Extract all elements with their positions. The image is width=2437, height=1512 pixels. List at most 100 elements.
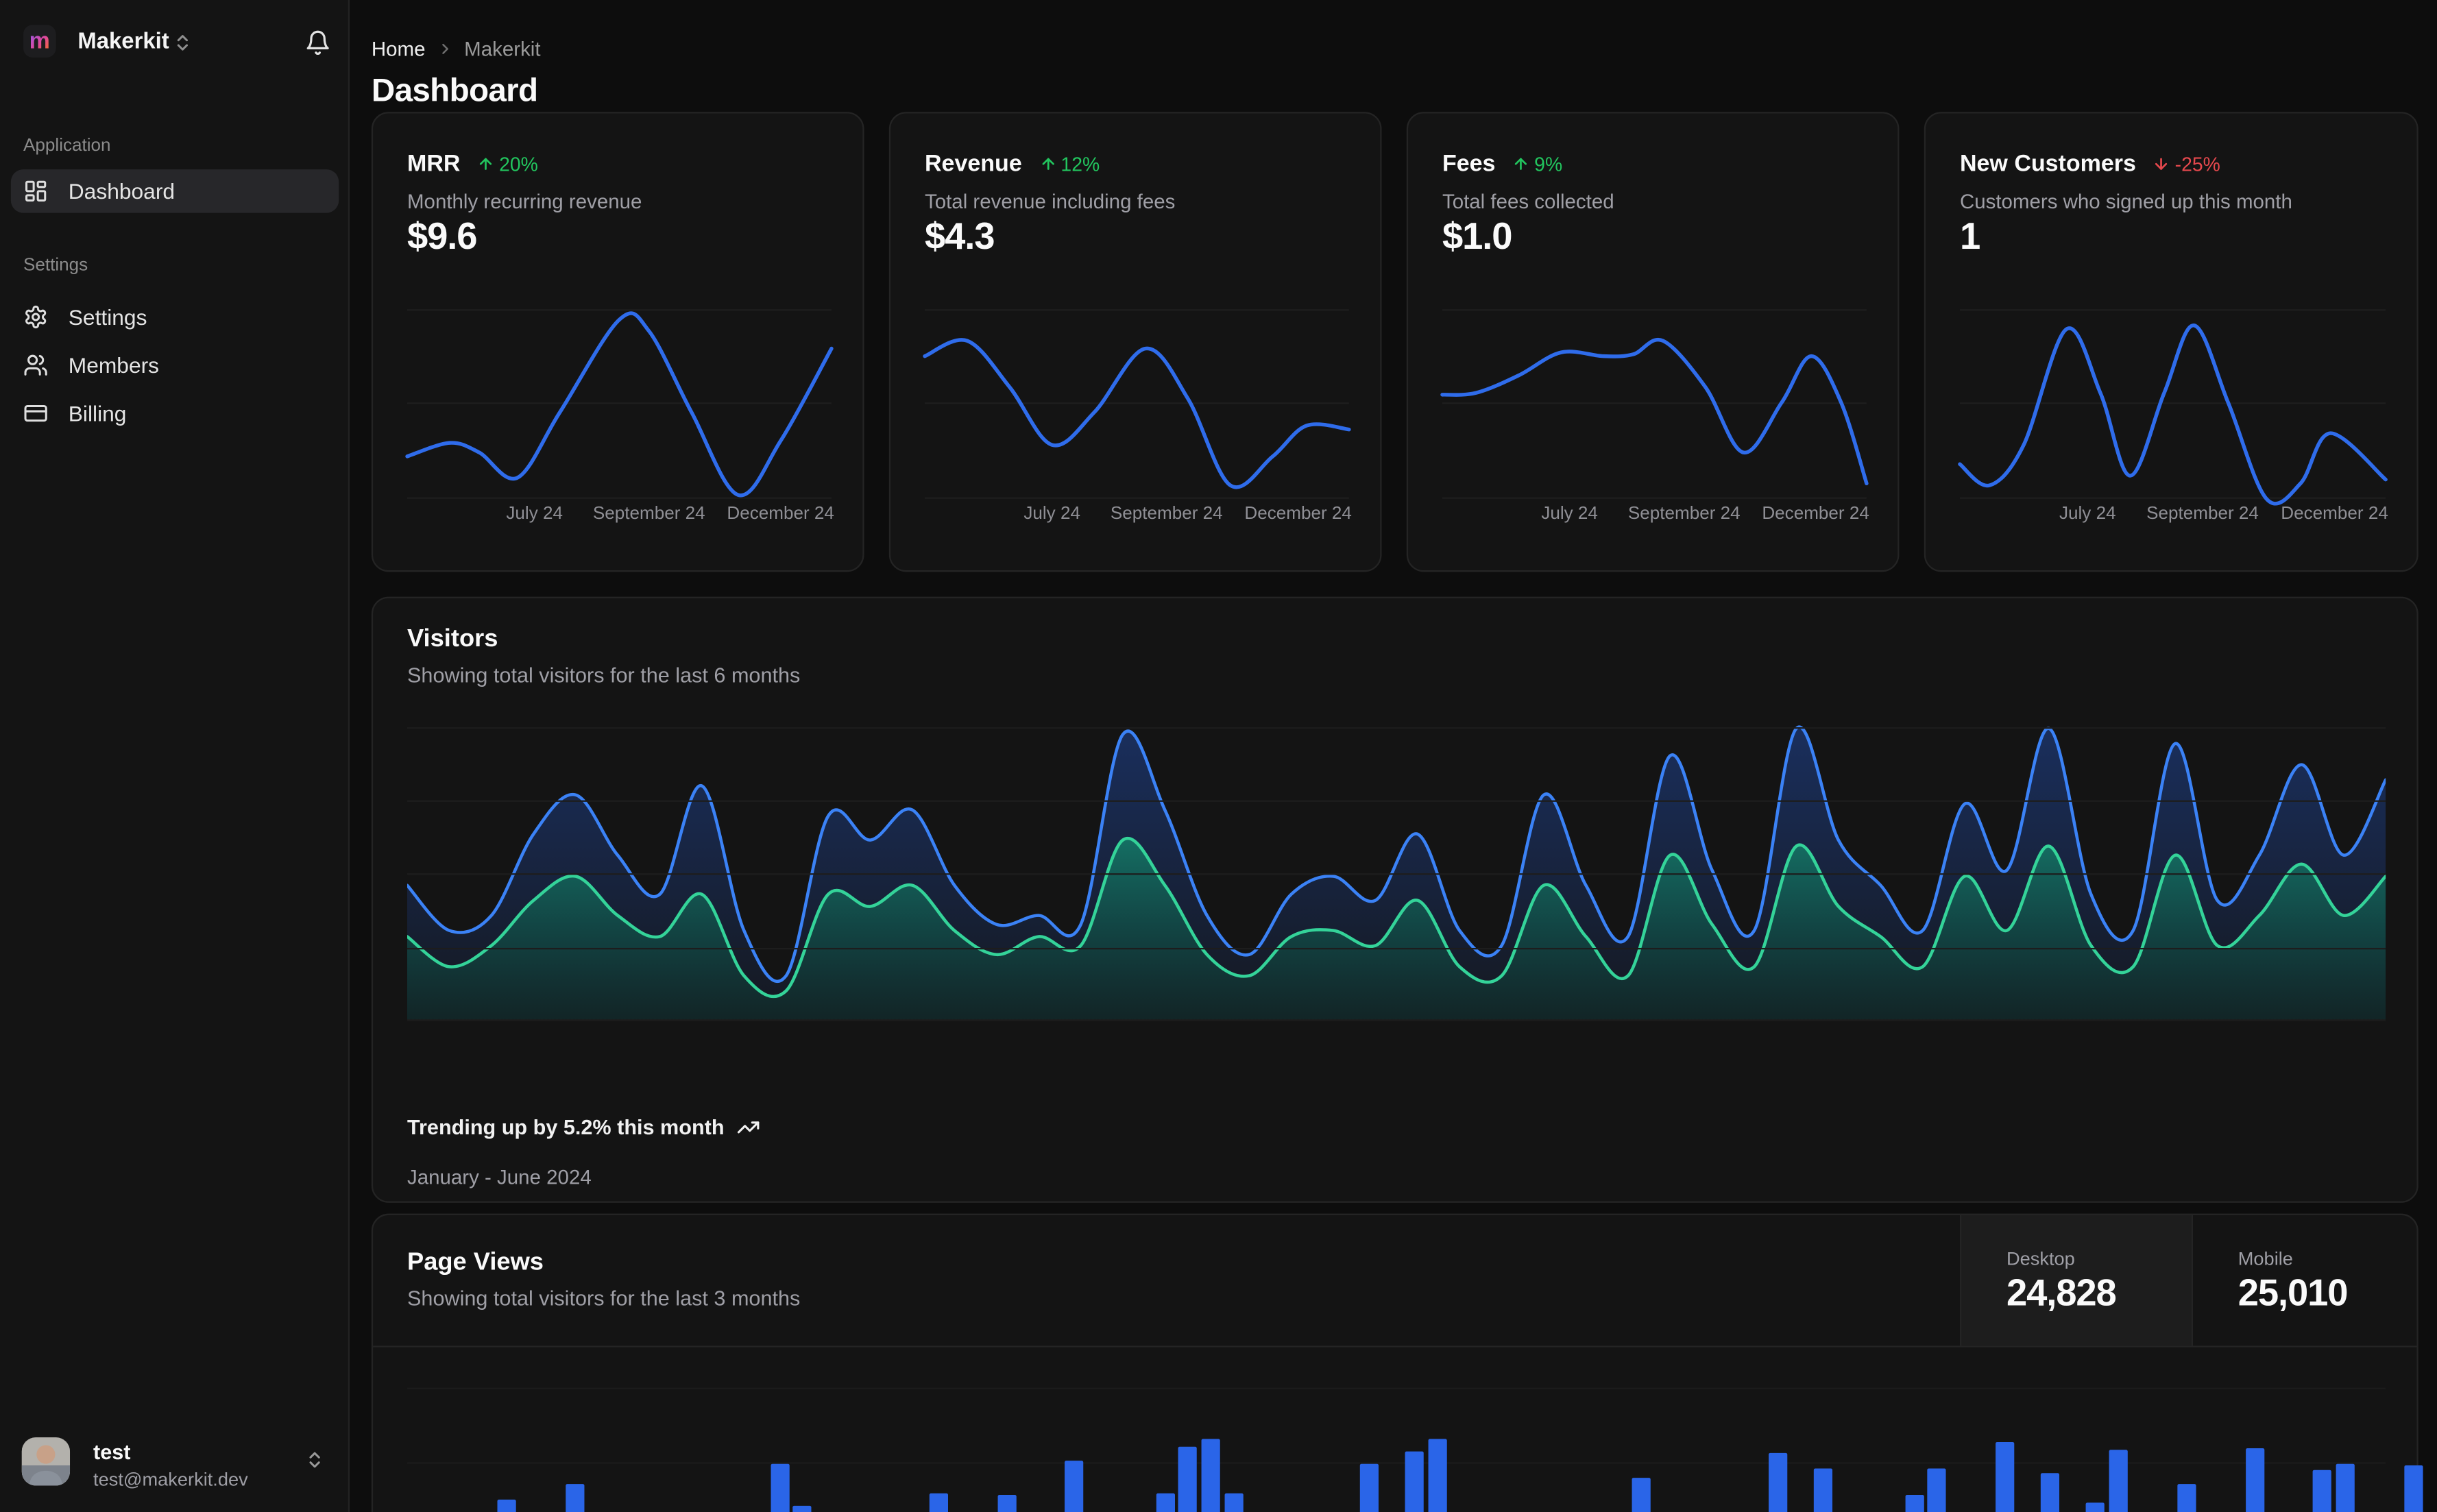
trend-badge: 20% — [477, 153, 538, 175]
stat-subtitle: Total fees collected — [1442, 189, 1614, 213]
arrow-down-icon — [2153, 156, 2170, 173]
stat-title: Fees — [1442, 150, 1496, 178]
stat-title: MRR — [407, 150, 461, 178]
bar — [1814, 1468, 1833, 1512]
bar — [2403, 1465, 2423, 1512]
x-axis-labels: July 24 September 24 December 24 — [1023, 504, 1352, 524]
trend-badge: 12% — [1039, 153, 1100, 175]
workspace-name: Makerkit — [77, 29, 169, 55]
arrow-up-icon — [477, 156, 494, 173]
main-content: Home Makerkit Dashboard MRR 20% Monthly … — [350, 0, 2437, 1512]
stat-title: New Customers — [1959, 150, 2136, 178]
bar — [498, 1499, 517, 1512]
stat-title: Revenue — [924, 150, 1022, 178]
user-email: test@makerkit.dev — [93, 1468, 248, 1491]
bar — [929, 1493, 948, 1512]
sidebar-item-label: Members — [68, 352, 160, 378]
makerkit-logo: m — [23, 25, 56, 58]
section-label-settings: Settings — [23, 256, 88, 276]
page-views-bar-chart — [407, 1345, 2423, 1512]
trending-up-icon — [737, 1116, 760, 1139]
visitors-title: Visitors — [407, 626, 498, 653]
sidebar-item-settings[interactable]: Settings — [11, 295, 339, 339]
stat-subtitle: Total revenue including fees — [924, 189, 1176, 213]
sparkline-chart — [405, 306, 834, 499]
bar — [1178, 1446, 1198, 1512]
bar — [1769, 1452, 1788, 1512]
tab-desktop[interactable]: Desktop 24,828 — [1959, 1215, 2192, 1346]
stat-subtitle: Customers who signed up this month — [1959, 189, 2292, 213]
trend-badge: 9% — [1512, 153, 1562, 175]
sidebar-item-label: Settings — [68, 304, 147, 330]
sidebar-item-billing[interactable]: Billing — [11, 391, 339, 435]
sidebar-item-members[interactable]: Members — [11, 343, 339, 387]
bar — [1201, 1439, 1220, 1512]
bar — [2086, 1502, 2105, 1512]
page-views-subtitle: Showing total visitors for the last 3 mo… — [407, 1287, 801, 1310]
stat-value: 1 — [1959, 216, 1980, 258]
x-axis-labels: July 24 September 24 December 24 — [2059, 504, 2388, 524]
stat-card-mrr: MRR 20% Monthly recurring revenue $9.6 J… — [371, 112, 864, 572]
bar — [1927, 1468, 1946, 1512]
stat-value: $4.3 — [924, 216, 995, 258]
section-label-application: Application — [23, 136, 111, 156]
breadcrumb-current: Makerkit — [464, 37, 541, 61]
bar — [997, 1495, 1016, 1512]
visitors-subtitle: Showing total visitors for the last 6 mo… — [407, 663, 801, 687]
users-icon — [23, 353, 48, 378]
bar — [1904, 1495, 1924, 1512]
bar — [770, 1463, 789, 1512]
trend-badge: -25% — [2153, 153, 2220, 175]
sidebar: m Makerkit Application Dashboard Setting… — [0, 0, 350, 1512]
sidebar-item-dashboard[interactable]: Dashboard — [10, 169, 339, 213]
bar — [1224, 1493, 1243, 1512]
visitors-footer: Trending up by 5.2% this month — [407, 1116, 760, 1139]
app-window: m Makerkit Application Dashboard Setting… — [0, 0, 2437, 1512]
visitors-card: Visitors Showing total visitors for the … — [371, 596, 2418, 1203]
page-title: Dashboard — [371, 73, 538, 109]
gear-icon — [23, 304, 48, 329]
bar — [2313, 1470, 2332, 1512]
sidebar-item-label: Billing — [68, 400, 127, 426]
bar — [2109, 1450, 2128, 1512]
bar — [792, 1505, 812, 1512]
bar — [566, 1484, 585, 1512]
chevron-right-icon — [436, 40, 453, 58]
stat-card-fees: Fees 9% Total fees collected $1.0 July 2… — [1406, 112, 1900, 572]
bar — [2245, 1448, 2264, 1512]
x-axis-labels: July 24 September 24 December 24 — [506, 504, 834, 524]
bar — [1156, 1493, 1175, 1512]
page-views-title: Page Views — [407, 1249, 544, 1276]
tab-mobile[interactable]: Mobile 25,010 — [2191, 1215, 2418, 1346]
bell-icon[interactable] — [304, 29, 331, 56]
stat-value: $9.6 — [407, 216, 478, 258]
bar — [1360, 1463, 1379, 1512]
sparkline-chart — [1440, 306, 1869, 499]
breadcrumb-home-link[interactable]: Home — [372, 37, 426, 60]
user-menu[interactable]: test test@makerkit.dev — [0, 1426, 350, 1512]
stat-card-revenue: Revenue 12% Total revenue including fees… — [888, 112, 1382, 572]
bar — [1065, 1461, 1084, 1512]
bar — [2177, 1484, 2196, 1512]
stat-value: $1.0 — [1442, 216, 1513, 258]
stat-subtitle: Monthly recurring revenue — [407, 189, 642, 213]
x-axis-labels: July 24 September 24 December 24 — [1541, 504, 1869, 524]
bar — [2336, 1463, 2355, 1512]
bar — [1996, 1441, 2015, 1512]
dashboard-icon — [23, 179, 48, 204]
bar — [1428, 1439, 1447, 1512]
avatar — [21, 1437, 71, 1486]
arrow-up-icon — [1039, 156, 1056, 173]
bar — [2041, 1473, 2060, 1512]
credit-card-icon — [23, 401, 48, 426]
breadcrumb: Home Makerkit — [372, 37, 541, 60]
page-views-card: Page Views Showing total visitors for th… — [371, 1213, 2423, 1512]
workspace-selector[interactable]: m Makerkit — [0, 0, 350, 81]
sidebar-item-label: Dashboard — [68, 178, 175, 204]
arrow-up-icon — [1512, 156, 1529, 173]
stat-card-new-customers: New Customers -25% Customers who signed … — [1924, 112, 2418, 572]
sparkline-chart — [923, 306, 1351, 499]
bar — [1632, 1478, 1651, 1512]
visitors-area-chart — [405, 720, 2388, 1021]
chevrons-up-down-icon[interactable] — [173, 33, 193, 53]
